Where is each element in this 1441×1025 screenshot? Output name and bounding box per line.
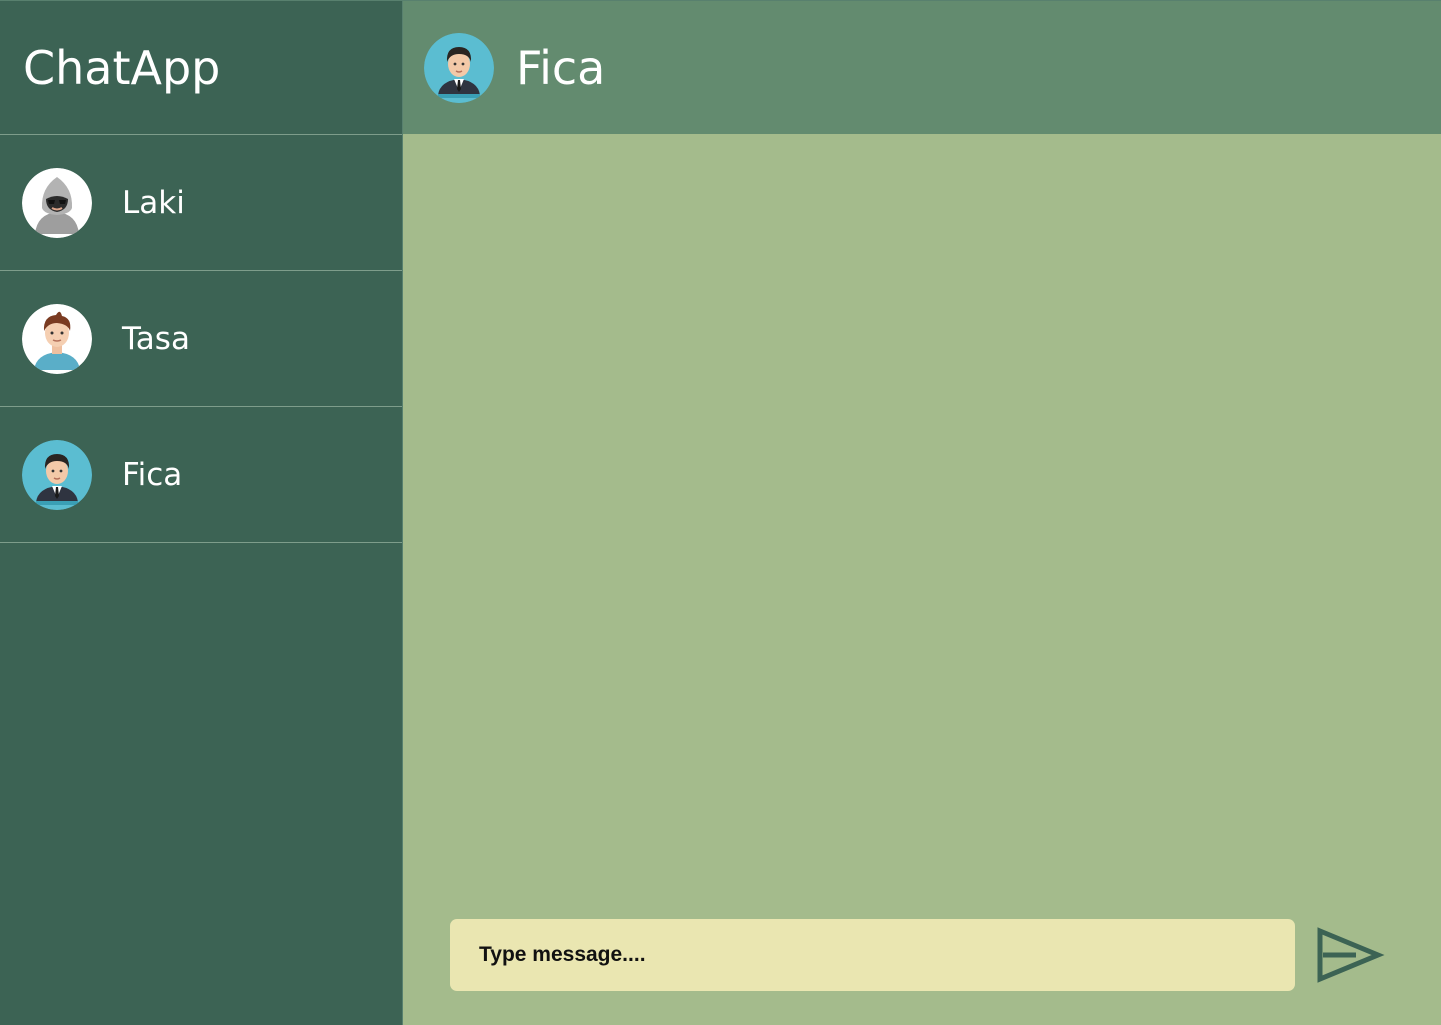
send-button[interactable]	[1314, 925, 1386, 985]
contact-item-tasa[interactable]: Tasa	[0, 271, 402, 407]
contact-name: Laki	[122, 184, 185, 221]
sidebar: ChatApp Laki Tasa Fica	[0, 0, 403, 1025]
businessman-avatar-icon	[22, 439, 92, 510]
businessman-avatar-icon	[424, 32, 494, 103]
message-input[interactable]	[477, 942, 1295, 968]
chat-header: Fica	[403, 0, 1441, 134]
send-arrow-icon	[1317, 927, 1385, 983]
message-input-container	[450, 919, 1295, 991]
hacker-avatar-icon	[22, 167, 92, 238]
contact-item-fica[interactable]: Fica	[0, 407, 402, 543]
chat-contact-name: Fica	[516, 40, 606, 95]
message-list[interactable]	[403, 134, 1441, 914]
app-title: ChatApp	[0, 1, 402, 135]
contact-name: Fica	[122, 456, 183, 493]
young-man-avatar-icon	[22, 303, 92, 374]
contact-item-laki[interactable]: Laki	[0, 135, 402, 271]
contact-name: Tasa	[122, 320, 190, 357]
